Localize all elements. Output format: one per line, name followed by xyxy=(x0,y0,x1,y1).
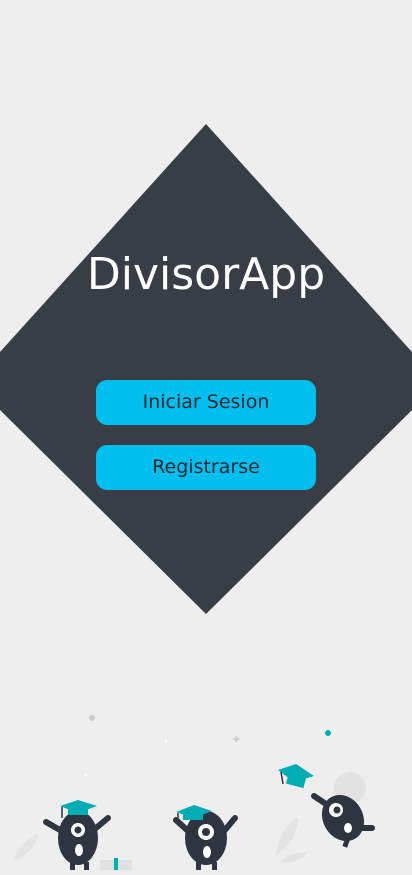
dot-icon xyxy=(89,715,95,721)
monster-icon xyxy=(43,800,111,870)
app-title: DivisorApp xyxy=(86,249,326,300)
diamond-shape xyxy=(0,124,412,614)
register-button[interactable]: Registrarse xyxy=(96,445,316,490)
diamond-background xyxy=(0,124,412,614)
dot-icon xyxy=(325,730,331,736)
sparkle-icon xyxy=(232,735,241,743)
graduation-monsters-illustration xyxy=(0,700,412,872)
monster-icon xyxy=(173,805,238,870)
login-button[interactable]: Iniciar Sesion xyxy=(96,380,316,425)
